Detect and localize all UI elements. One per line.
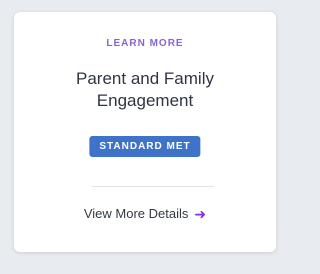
view-more-details-link[interactable]: View More Details ➜ — [14, 206, 276, 221]
divider — [92, 186, 214, 187]
learn-more-kicker: LEARN MORE — [106, 38, 184, 49]
card-title: Parent and Family Engagement — [76, 69, 214, 110]
arrow-right-icon: ➜ — [194, 205, 207, 222]
status-badge: STANDARD MET — [89, 136, 201, 157]
engagement-card: LEARN MORE Parent and Family Engagement … — [14, 12, 276, 252]
view-more-details-label: View More Details — [83, 206, 189, 221]
